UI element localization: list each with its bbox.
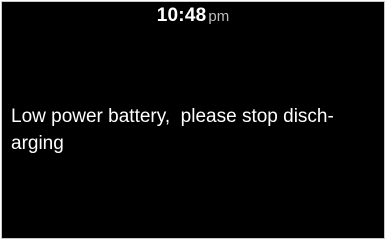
low-battery-message-line-1: Low power battery, please stop disch- [11,106,334,127]
status-bar-clock: 10:48 pm [2,6,384,25]
clock-time: 10:48 [156,5,207,26]
clock-period: pm [208,8,230,25]
low-battery-message: Low power battery, please stop disch- ar… [11,103,377,157]
low-battery-message-line-2: arging [11,133,64,154]
device-screen: 10:48 pm Low power battery, please stop d… [1,1,385,239]
